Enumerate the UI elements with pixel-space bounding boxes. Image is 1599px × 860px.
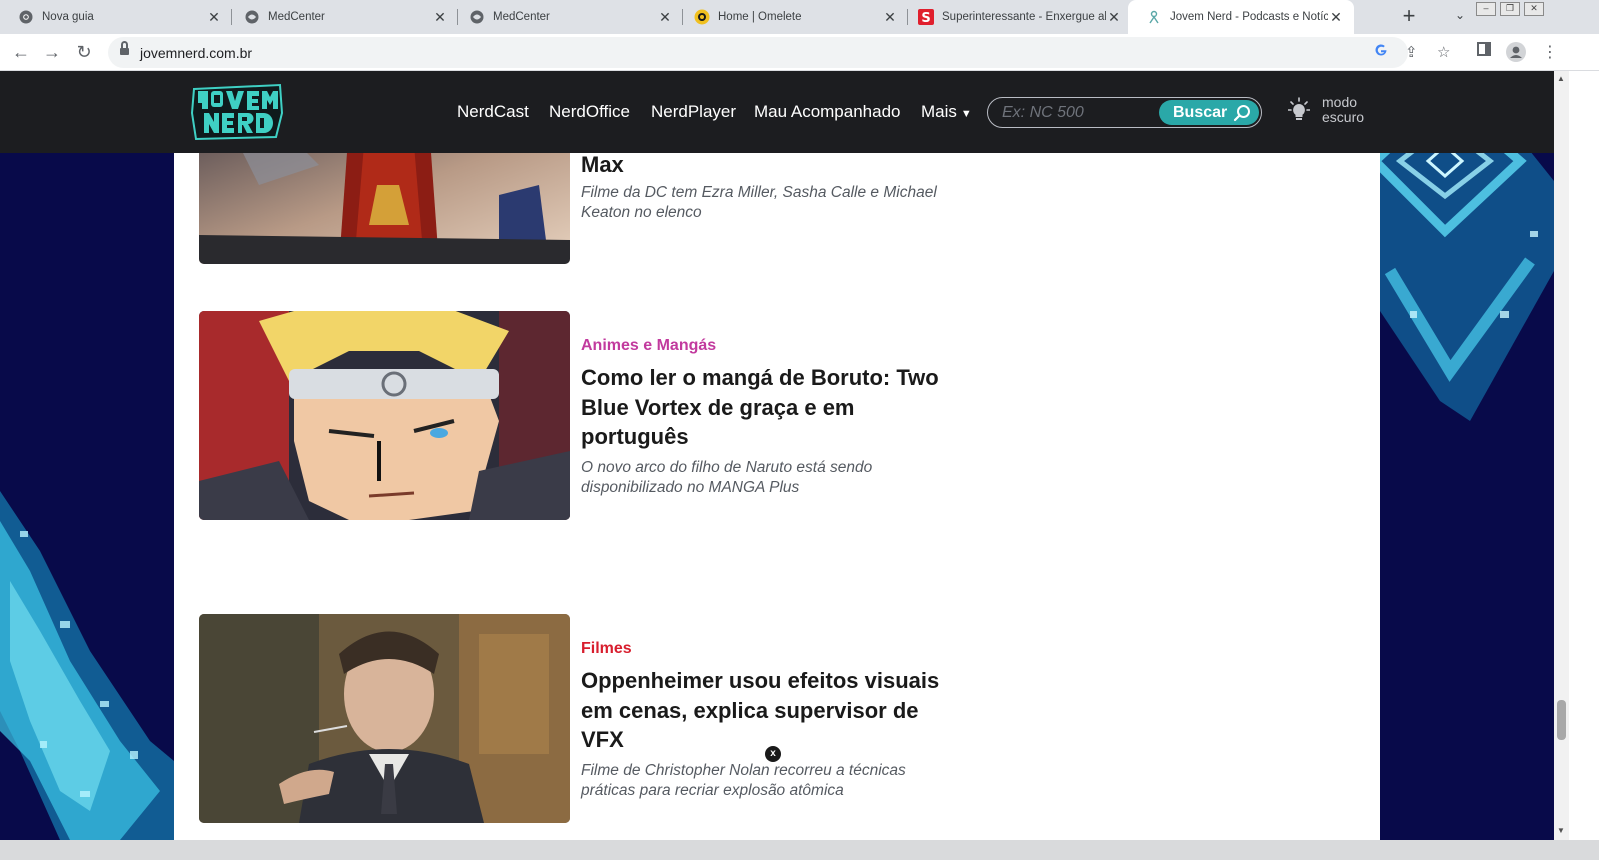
tab-superinteressante[interactable]: S Superinteressante - Enxergue além ✕ xyxy=(900,0,1132,34)
article-excerpt: Filme da DC tem Ezra Miller, Sasha Calle… xyxy=(581,183,937,221)
close-window-icon[interactable]: ✕ xyxy=(1524,2,1544,16)
globe-icon xyxy=(244,9,260,25)
dark-mode-label-line1: modo xyxy=(1322,94,1358,110)
search-button-label: Buscar xyxy=(1173,103,1228,121)
close-tab-icon[interactable]: ✕ xyxy=(1328,9,1344,26)
chrome-icon xyxy=(18,9,34,25)
article-category[interactable]: Filmes xyxy=(581,640,961,658)
nav-mais[interactable]: Mais ▼ xyxy=(921,102,972,122)
close-tab-icon[interactable]: ✕ xyxy=(432,9,448,26)
svg-text:S: S xyxy=(921,11,930,25)
article-headline[interactable]: Oppenheimer usou efeitos visuais em cena… xyxy=(581,666,961,755)
globe-icon xyxy=(469,9,485,25)
forward-icon[interactable]: → xyxy=(40,41,64,65)
close-tab-icon[interactable]: ✕ xyxy=(657,9,673,26)
article-text: Animes e Mangás Como ler o mangá de Boru… xyxy=(581,337,961,498)
tab-title: Nova guia xyxy=(42,11,94,23)
new-tab-button[interactable]: + xyxy=(1396,4,1422,30)
search-icon xyxy=(1233,105,1250,122)
tab-title: MedCenter xyxy=(268,11,325,23)
article-card[interactable]: Animes e Mangás Como ler o mangá de Boru… xyxy=(199,311,959,520)
browser-tab-strip: Nova guia ✕ MedCenter ✕ MedCenter ✕ Home… xyxy=(0,0,1599,34)
article-thumbnail[interactable] xyxy=(199,311,570,520)
jovem-nerd-icon xyxy=(1146,9,1162,25)
jovem-nerd-logo[interactable] xyxy=(190,83,284,141)
superinteressante-icon: S xyxy=(918,9,934,25)
search-input[interactable] xyxy=(1002,103,1152,123)
close-tab-icon[interactable]: ✕ xyxy=(882,9,898,26)
tab-title: Superinteressante - Enxergue além xyxy=(942,11,1106,23)
site-header: NerdCast NerdOffice NerdPlayer Mau Acomp… xyxy=(0,71,1554,153)
article-thumbnail[interactable] xyxy=(199,614,570,823)
window-bottom-edge xyxy=(0,840,1599,860)
tab-title: MedCenter xyxy=(493,11,550,23)
article-headline[interactable]: Como ler o mangá de Boruto: Two Blue Vor… xyxy=(581,363,961,452)
tab-title: Home | Omelete xyxy=(718,11,802,23)
omelete-icon xyxy=(694,9,710,25)
nav-nerdcast[interactable]: NerdCast xyxy=(457,102,529,122)
back-icon[interactable]: ← xyxy=(9,41,33,65)
nav-mais-label: Mais xyxy=(921,102,957,121)
article-text: Filmes Oppenheimer usou efeitos visuais … xyxy=(581,640,961,801)
profile-icon[interactable] xyxy=(1506,42,1526,67)
nav-nerdplayer[interactable]: NerdPlayer xyxy=(651,102,736,122)
search-button[interactable]: Buscar xyxy=(1159,100,1259,125)
google-icon[interactable] xyxy=(1374,43,1388,61)
share-icon[interactable]: ⇪ xyxy=(1405,43,1418,61)
dark-mode-label-line2: escuro xyxy=(1322,109,1365,125)
minimize-icon[interactable]: – xyxy=(1476,2,1496,16)
scrollbar-thumb[interactable] xyxy=(1557,700,1566,740)
reload-icon[interactable]: ↻ xyxy=(72,41,96,65)
tab-nova-guia[interactable]: Nova guia ✕ xyxy=(0,0,232,34)
article-excerpt: Filme de Christopher Nolan recorreu a té… xyxy=(581,761,906,799)
nav-nerdoffice[interactable]: NerdOffice xyxy=(549,102,630,122)
background-decoration-left xyxy=(0,491,174,840)
lightbulb-icon xyxy=(1288,97,1310,120)
tab-jovem-nerd[interactable]: Jovem Nerd - Podcasts e Notícias ✕ xyxy=(1128,0,1354,34)
restore-icon[interactable]: ❐ xyxy=(1500,2,1520,16)
tab-medcenter-2[interactable]: MedCenter ✕ xyxy=(451,0,683,34)
article-excerpt: O novo arco do filho de Naruto está send… xyxy=(581,458,873,496)
article-card[interactable]: Filmes Oppenheimer usou efeitos visuais … xyxy=(199,614,959,823)
close-tab-icon[interactable]: ✕ xyxy=(206,9,222,26)
ad-close-button[interactable]: x xyxy=(765,746,781,762)
page-scrollbar[interactable]: ▲ ▼ xyxy=(1554,71,1569,840)
article-category[interactable]: Animes e Mangás xyxy=(581,337,961,355)
tab-search-icon[interactable]: ⌄ xyxy=(1455,8,1465,22)
tab-title: Jovem Nerd - Podcasts e Notícias xyxy=(1170,11,1328,23)
site-search: Buscar xyxy=(987,97,1262,128)
close-tab-icon[interactable]: ✕ xyxy=(1106,9,1122,26)
caret-down-icon: ▼ xyxy=(960,108,972,120)
menu-kebab-icon[interactable]: ⋮ xyxy=(1542,42,1558,62)
scroll-down-icon[interactable]: ▼ xyxy=(1557,826,1565,835)
nav-mau-acompanhado[interactable]: Mau Acompanhado xyxy=(754,102,901,122)
side-panel-icon[interactable] xyxy=(1477,42,1491,61)
url-text: jovemnerd.com.br xyxy=(140,45,253,61)
tab-omelete[interactable]: Home | Omelete ✕ xyxy=(676,0,908,34)
dark-mode-label: modo escuro xyxy=(1322,95,1364,125)
article-headline[interactable]: Max xyxy=(581,150,961,180)
star-icon[interactable]: ☆ xyxy=(1437,43,1450,61)
scroll-up-icon[interactable]: ▲ xyxy=(1557,74,1565,83)
address-bar[interactable]: jovemnerd.com.br ⇪ ☆ xyxy=(108,37,1450,68)
browser-toolbar: ← → ↻ jovemnerd.com.br ⇪ ☆ ⋮ xyxy=(0,34,1599,71)
article-card[interactable]: Max Filme da DC tem Ezra Miller, Sasha C… xyxy=(199,125,961,265)
lock-icon[interactable] xyxy=(120,41,129,57)
dark-mode-toggle[interactable]: modo escuro xyxy=(1288,95,1364,125)
tab-medcenter-1[interactable]: MedCenter ✕ xyxy=(226,0,458,34)
